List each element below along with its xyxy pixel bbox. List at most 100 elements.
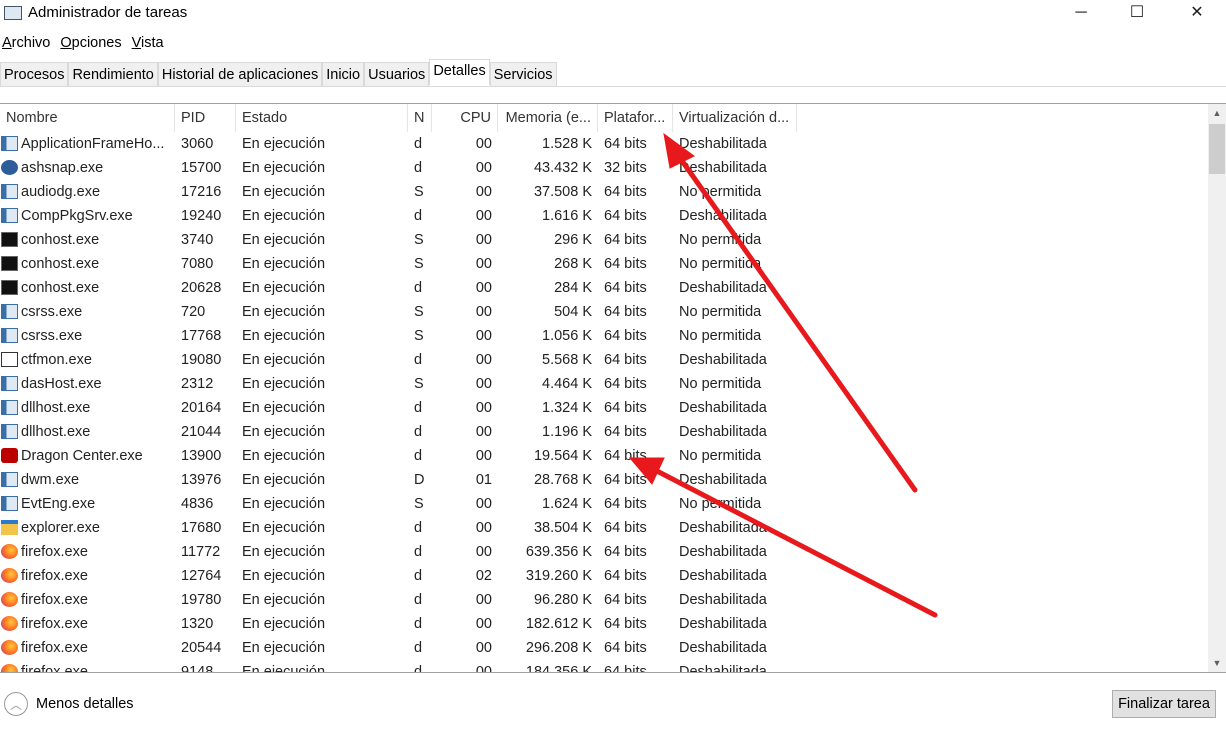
column-header-virtualization[interactable]: Virtualización d...: [673, 104, 797, 132]
cell-memory: 504 K: [554, 304, 592, 320]
column-header-cpu[interactable]: CPU: [432, 104, 498, 132]
table-row[interactable]: explorer.exe 17680 En ejecución d 00 38.504 K…: [0, 516, 1206, 540]
table-row[interactable]: CompPkgSrv.exe 19240 En ejecución d 00 1.616 …: [0, 204, 1206, 228]
cell-session: d: [414, 352, 423, 368]
table-row[interactable]: firefox.exe 11772 En ejecución d 00 639.356 K…: [0, 540, 1206, 564]
menu-opciones[interactable]: Opciones: [60, 35, 121, 51]
cell-session: S: [414, 184, 424, 200]
table-row[interactable]: firefox.exe 19780 En ejecución d 00 96.280 K 6…: [0, 588, 1206, 612]
cell-pid: 20164: [181, 400, 222, 416]
tab-detalles[interactable]: Detalles: [429, 59, 490, 85]
table-row[interactable]: ashsnap.exe 15700 En ejecución d 00 43.432 K 3…: [0, 156, 1206, 180]
less-details-link[interactable]: Menos detalles: [36, 696, 134, 712]
cell-status: En ejecución: [242, 328, 326, 344]
cell-status: En ejecución: [242, 280, 326, 296]
scroll-up-icon[interactable]: ▲: [1208, 108, 1226, 118]
cell-virtualization: Deshabilitada: [679, 280, 767, 296]
table-row[interactable]: EvtEng.exe 4836 En ejecución S 00 1.624 K 64 b…: [0, 492, 1206, 516]
column-header-name[interactable]: Nombre: [0, 104, 175, 132]
table-row[interactable]: csrss.exe 720 En ejecución S 00 504 K 64 bits N…: [0, 300, 1206, 324]
cell-pid: 9148: [181, 664, 214, 673]
cell-cpu: 00: [475, 256, 492, 272]
column-header-memory[interactable]: Memoria (e...: [498, 104, 598, 132]
table-row[interactable]: firefox.exe 9148 En ejecución d 00 184.356 K 6…: [0, 660, 1206, 673]
cell-platform: 64 bits: [604, 256, 647, 272]
column-header-session[interactable]: N: [408, 104, 432, 132]
cell-platform: 64 bits: [604, 280, 647, 296]
cell-name: EvtEng.exe: [21, 496, 96, 512]
table-row[interactable]: conhost.exe 20628 En ejecución d 00 284 K 64 b…: [0, 276, 1206, 300]
table-row[interactable]: conhost.exe 7080 En ejecución S 00 268 K 64 bi…: [0, 252, 1206, 276]
cell-platform: 64 bits: [604, 640, 647, 656]
close-button[interactable]: ✕: [1174, 0, 1220, 26]
cell-cpu: 00: [475, 376, 492, 392]
table-row[interactable]: ApplicationFrameHo... 3060 En ejecución d 00…: [0, 132, 1206, 156]
tab-rendimiento[interactable]: Rendimiento: [68, 62, 158, 86]
tab-usuarios[interactable]: Usuarios: [364, 62, 430, 86]
cell-cpu: 00: [475, 496, 492, 512]
minimize-button[interactable]: ─: [1058, 0, 1104, 26]
table-row[interactable]: dwm.exe 13976 En ejecución D 01 28.768 K 64 bi…: [0, 468, 1206, 492]
cell-platform: 64 bits: [604, 400, 647, 416]
cell-session: d: [414, 208, 423, 224]
tab-procesos[interactable]: Procesos: [0, 62, 69, 86]
cell-platform: 64 bits: [604, 664, 647, 673]
table-row[interactable]: dasHost.exe 2312 En ejecución S 00 4.464 K 64 …: [0, 372, 1206, 396]
menu-archivo[interactable]: Archivo: [2, 35, 50, 51]
cell-virtualization: No permitida: [679, 304, 762, 320]
cell-platform: 64 bits: [604, 496, 647, 512]
vertical-scrollbar[interactable]: ▲ ▼: [1208, 104, 1226, 672]
menu-vista[interactable]: Vista: [132, 35, 164, 51]
cell-platform: 64 bits: [604, 424, 647, 440]
table-row[interactable]: firefox.exe 12764 En ejecución d 02 319.260 K…: [0, 564, 1206, 588]
cell-memory: 1.056 K: [542, 328, 592, 344]
cell-virtualization: Deshabilitada: [679, 136, 767, 152]
cell-cpu: 00: [475, 616, 492, 632]
cell-session: d: [414, 616, 423, 632]
column-header-platform[interactable]: Platafor...: [598, 104, 673, 132]
table-row[interactable]: conhost.exe 3740 En ejecución S 00 296 K 64 bi…: [0, 228, 1206, 252]
scrollbar-thumb[interactable]: [1209, 124, 1225, 174]
cell-session: S: [414, 304, 424, 320]
cell-name: conhost.exe: [21, 280, 100, 296]
cell-platform: 64 bits: [604, 208, 647, 224]
cell-name: audiodg.exe: [21, 184, 101, 200]
cell-cpu: 00: [475, 136, 492, 152]
cell-cpu: 00: [475, 160, 492, 176]
table-row[interactable]: firefox.exe 1320 En ejecución d 00 182.612 K 6…: [0, 612, 1206, 636]
cell-status: En ejecución: [242, 592, 326, 608]
table-row[interactable]: firefox.exe 20544 En ejecución d 00 296.208 K…: [0, 636, 1206, 660]
cell-cpu: 00: [475, 184, 492, 200]
scroll-down-icon[interactable]: ▼: [1208, 658, 1226, 668]
tab-inicio[interactable]: Inicio: [322, 62, 365, 86]
column-header-pid[interactable]: PID: [175, 104, 236, 132]
table-row[interactable]: csrss.exe 17768 En ejecución S 00 1.056 K 64 b…: [0, 324, 1206, 348]
chevron-up-icon[interactable]: ︿: [4, 692, 28, 716]
table-row[interactable]: dllhost.exe 20164 En ejecución d 00 1.324 K 64…: [0, 396, 1206, 420]
cell-virtualization: Deshabilitada: [679, 352, 767, 368]
cell-name: CompPkgSrv.exe: [21, 208, 133, 224]
cell-virtualization: No permitida: [679, 496, 762, 512]
cell-status: En ejecución: [242, 256, 326, 272]
cell-name: explorer.exe: [21, 520, 100, 536]
cell-memory: 268 K: [554, 256, 592, 272]
cell-platform: 32 bits: [604, 160, 647, 176]
table-row[interactable]: audiodg.exe 17216 En ejecución S 00 37.508 K 6…: [0, 180, 1206, 204]
tab-servicios[interactable]: Servicios: [489, 62, 557, 86]
cell-status: En ejecución: [242, 400, 326, 416]
column-header-status[interactable]: Estado: [236, 104, 408, 132]
table-row[interactable]: Dragon Center.exe 13900 En ejecución d 00 19.…: [0, 444, 1206, 468]
cell-cpu: 00: [475, 424, 492, 440]
tab-historial-de-aplicaciones[interactable]: Historial de aplicaciones: [157, 62, 323, 86]
cell-pid: 17768: [181, 328, 222, 344]
cell-memory: 1.196 K: [542, 424, 592, 440]
table-row[interactable]: ctfmon.exe 19080 En ejecución d 00 5.568 K 64 …: [0, 348, 1206, 372]
cell-cpu: 00: [475, 328, 492, 344]
cell-pid: 17216: [181, 184, 222, 200]
cell-status: En ejecución: [242, 424, 326, 440]
maximize-button[interactable]: ☐: [1114, 0, 1160, 26]
window-title: Administrador de tareas: [28, 4, 188, 21]
cell-pid: 7080: [181, 256, 214, 272]
end-task-button[interactable]: Finalizar tarea: [1112, 690, 1216, 718]
table-row[interactable]: dllhost.exe 21044 En ejecución d 00 1.196 K 64…: [0, 420, 1206, 444]
